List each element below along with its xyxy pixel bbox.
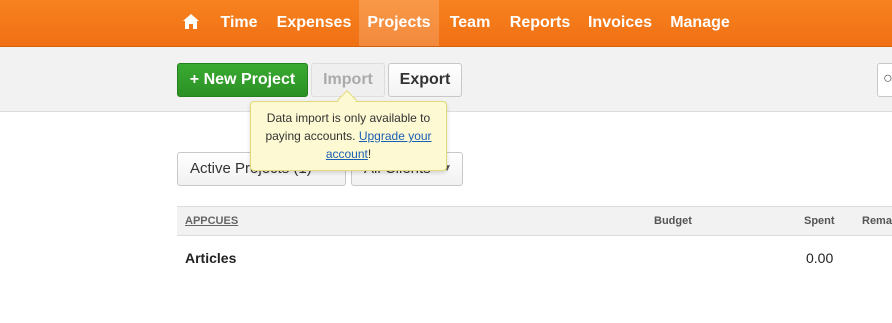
search-input[interactable]: ○ [877,63,892,97]
budget-column-header: Budget [654,215,692,227]
plus-icon: + [189,71,204,88]
project-name-link[interactable]: Articles [185,250,236,266]
client-header-link[interactable]: APPCUES [185,215,238,227]
nav-projects[interactable]: Projects [359,0,439,46]
export-button[interactable]: Export [388,63,462,97]
nav-time[interactable]: Time [213,0,265,46]
nav-manage[interactable]: Manage [664,0,736,46]
nav-team[interactable]: Team [442,0,498,46]
nav-reports[interactable]: Reports [505,0,575,46]
table-row[interactable]: Articles 0.00 [177,236,892,278]
home-icon[interactable] [181,12,201,32]
projects-table-header: APPCUES Budget Spent Remai [177,206,892,236]
import-unavailable-tooltip: Data import is only available to paying … [250,101,447,171]
top-navigation-bar: Time Expenses Projects Team Reports Invo… [0,0,892,47]
nav-invoices[interactable]: Invoices [584,0,656,46]
remaining-column-header: Remai [862,215,892,227]
nav-expenses[interactable]: Expenses [272,0,356,46]
search-icon: ○ [883,70,892,87]
spent-column-header: Spent [804,215,835,227]
new-project-button[interactable]: + New Project [177,63,308,97]
spent-value: 0.00 [806,250,834,266]
